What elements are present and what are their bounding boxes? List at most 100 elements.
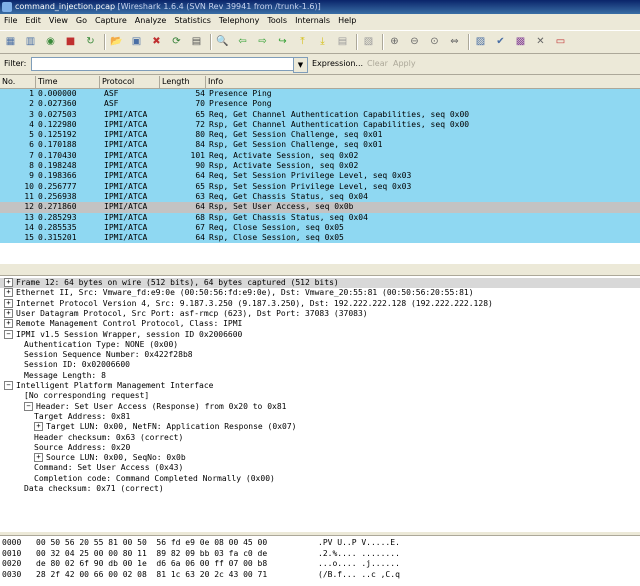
detail-row[interactable]: Command: Set User Access (0x43) xyxy=(34,463,183,473)
detail-row[interactable]: Target Address: 0x81 xyxy=(34,412,130,422)
detail-row[interactable]: Source Address: 0x20 xyxy=(34,443,130,453)
go-to-packet-icon[interactable]: ↪ xyxy=(275,34,290,49)
packet-row[interactable]: 10 0.256777 IPMI/ATCA 65 Rsp, Set Session Pr… xyxy=(0,181,640,192)
filter-input[interactable] xyxy=(31,57,300,71)
detail-row[interactable]: Authentication Type: NONE (0x00) xyxy=(24,340,178,350)
detail-row[interactable]: Data checksum: 0x71 (correct) xyxy=(24,484,164,494)
menu-capture[interactable]: Capture xyxy=(91,14,131,28)
display-filters-icon[interactable]: ✔ xyxy=(493,34,508,49)
menu-go[interactable]: Go xyxy=(72,14,91,28)
packet-details-pane[interactable]: + Frame 12: 64 bytes on wire (512 bits), … xyxy=(0,275,640,532)
auto-scroll-icon[interactable]: ▧ xyxy=(361,34,376,49)
go-forward-icon[interactable]: ⇨ xyxy=(255,34,270,49)
packet-row[interactable]: 2 0.027360 ASF 70 Presence Pong xyxy=(0,99,640,110)
packet-row[interactable]: 11 0.256938 IPMI/ATCA 63 Req, Get Chassis St… xyxy=(0,191,640,203)
packet-info-cell: Req, Set Session Privilege Level, seq 0x… xyxy=(209,171,412,181)
expand-icon[interactable]: + xyxy=(4,298,13,308)
detail-row[interactable]: + Target LUN: 0x00, NetFN: Application Re… xyxy=(34,422,296,432)
packet-row[interactable]: 5 0.125192 IPMI/ATCA 80 Req, Get Session Cha… xyxy=(0,130,640,141)
packet-row[interactable]: 9 0.198366 IPMI/ATCA 64 Req, Set Session Pri… xyxy=(0,171,640,182)
packet-time-cell: 0.122980 xyxy=(38,119,77,129)
menu-edit[interactable]: Edit xyxy=(21,14,45,28)
collapse-icon[interactable]: − xyxy=(24,401,33,411)
detail-row[interactable]: − IPMI v1.5 Session Wrapper, session ID 0… xyxy=(4,329,242,340)
detail-row[interactable]: − Header: Set User Access (Response) from… xyxy=(24,401,286,412)
packet-row[interactable]: 4 0.122980 IPMI/ATCA 72 Rsp, Get Channel Aut… xyxy=(0,119,640,131)
menu-help[interactable]: Help xyxy=(334,14,360,28)
clear-button[interactable]: Clear xyxy=(367,59,388,68)
detail-row[interactable]: + Ethernet II, Src: Vmware_fd:e9:0e (00:5… xyxy=(4,288,474,298)
capture-filters-icon[interactable]: ▨ xyxy=(473,34,488,49)
detail-row[interactable]: + User Datagram Protocol, Src Port: asf-r… xyxy=(4,308,368,319)
menu-analyze[interactable]: Analyze xyxy=(131,14,171,28)
packet-row[interactable]: 8 0.198248 IPMI/ATCA 90 Rsp, Activate Sessio… xyxy=(0,161,640,172)
expand-icon[interactable]: + xyxy=(4,319,13,329)
normal-size-icon[interactable]: ⊙ xyxy=(427,34,442,49)
packet-no-cell: 1 xyxy=(29,89,34,98)
capture-options-icon[interactable]: ▥ xyxy=(23,34,38,49)
detail-row[interactable]: + Internet Protocol Version 4, Src: 9.187… xyxy=(4,298,493,309)
column-header-protocol[interactable]: Protocol xyxy=(100,76,160,88)
packet-row[interactable]: 12 0.271860 IPMI/ATCA 64 Rsp, Set User Acces… xyxy=(0,202,640,213)
find-packet-icon[interactable]: 🔍 xyxy=(215,34,230,49)
collapse-icon[interactable]: − xyxy=(4,329,13,339)
detail-row[interactable]: Session Sequence Number: 0x422f28b8 xyxy=(24,350,193,360)
go-first-icon[interactable]: ⤒ xyxy=(295,34,310,49)
packet-row[interactable]: 13 0.285293 IPMI/ATCA 68 Rsp, Get Chassis St… xyxy=(0,212,640,223)
open-file-icon[interactable]: 📂 xyxy=(109,34,124,49)
apply-button[interactable]: Apply xyxy=(393,59,416,68)
restart-capture-icon[interactable]: ↻ xyxy=(83,34,98,49)
packet-row[interactable]: 15 0.315201 IPMI/ATCA 64 Rsp, Close Session,… xyxy=(0,233,640,244)
preferences-icon[interactable]: ✕ xyxy=(533,34,548,49)
zoom-in-icon[interactable]: ⊕ xyxy=(387,34,402,49)
close-file-icon[interactable]: ✖ xyxy=(149,34,164,49)
filter-dropdown-button[interactable]: ▼ xyxy=(293,57,308,73)
coloring-rules-icon[interactable]: ▩ xyxy=(513,34,528,49)
column-header-length[interactable]: Length xyxy=(160,76,206,88)
go-last-icon[interactable]: ⤓ xyxy=(315,34,330,49)
packet-row[interactable]: 3 0.027503 IPMI/ATCA 65 Req, Get Channel Aut… xyxy=(0,109,640,120)
detail-row[interactable]: + Remote Management Control Protocol, Cla… xyxy=(4,319,242,329)
menu-tools[interactable]: Tools xyxy=(263,14,291,28)
interface-list-icon[interactable]: ▦ xyxy=(3,34,18,49)
expand-icon[interactable]: + xyxy=(34,453,43,463)
packet-bytes-pane[interactable]: 0000 00 50 56 20 55 81 00 50 56 fd e9 0e … xyxy=(0,535,640,586)
menu-file[interactable]: File xyxy=(0,14,21,28)
packet-row[interactable]: 14 0.285535 IPMI/ATCA 67 Req, Close Session,… xyxy=(0,222,640,234)
reload-icon[interactable]: ⟳ xyxy=(169,34,184,49)
detail-row[interactable]: Header checksum: 0x63 (correct) xyxy=(34,433,183,443)
column-header-info[interactable]: Info xyxy=(206,76,640,88)
expand-icon[interactable]: + xyxy=(4,288,13,298)
menu-telephony[interactable]: Telephony xyxy=(215,14,263,28)
menu-statistics[interactable]: Statistics xyxy=(170,14,215,28)
menu-internals[interactable]: Internals xyxy=(291,14,334,28)
expand-icon[interactable]: + xyxy=(4,308,13,318)
column-header-no[interactable]: No. xyxy=(0,76,36,88)
expand-icon[interactable]: + xyxy=(4,278,13,287)
help-icon[interactable]: ▭ xyxy=(553,34,568,49)
packet-row[interactable]: 7 0.170430 IPMI/ATCA 101 Req, Activate Sessi… xyxy=(0,150,640,162)
detail-row[interactable]: [No corresponding request] xyxy=(24,391,149,401)
packet-row[interactable]: 6 0.170188 IPMI/ATCA 84 Rsp, Get Session Cha… xyxy=(0,140,640,151)
zoom-out-icon[interactable]: ⊖ xyxy=(407,34,422,49)
detail-row[interactable]: Session ID: 0x02006600 xyxy=(24,360,130,370)
column-header-time[interactable]: Time xyxy=(36,76,100,88)
go-back-icon[interactable]: ⇦ xyxy=(235,34,250,49)
packet-list[interactable]: No. Time Protocol Length Info 1 0.000000 A… xyxy=(0,76,640,264)
resize-columns-icon[interactable]: ⇔ xyxy=(447,34,462,49)
detail-row[interactable]: + Frame 12: 64 bytes on wire (512 bits), … xyxy=(0,278,640,289)
detail-row[interactable]: Message Length: 8 xyxy=(24,371,106,381)
expand-icon[interactable]: + xyxy=(34,422,43,432)
packet-row[interactable]: 1 0.000000 ASF 54 Presence Ping xyxy=(0,89,640,100)
detail-row[interactable]: Completion code: Command Completed Norma… xyxy=(34,474,275,484)
collapse-icon[interactable]: − xyxy=(4,381,13,390)
menu-view[interactable]: View xyxy=(45,14,72,28)
save-file-icon[interactable]: ▣ xyxy=(129,34,144,49)
print-icon[interactable]: ▤ xyxy=(189,34,204,49)
start-capture-icon[interactable]: ◉ xyxy=(43,34,58,49)
detail-row[interactable]: + Source LUN: 0x00, SeqNo: 0x0b xyxy=(34,453,186,463)
stop-capture-icon[interactable]: ■ xyxy=(63,34,78,49)
expression-button[interactable]: Expression... xyxy=(312,59,363,68)
colorize-icon[interactable]: ▤ xyxy=(335,34,350,49)
detail-row[interactable]: − Intelligent Platform Management Interfa… xyxy=(4,381,213,391)
